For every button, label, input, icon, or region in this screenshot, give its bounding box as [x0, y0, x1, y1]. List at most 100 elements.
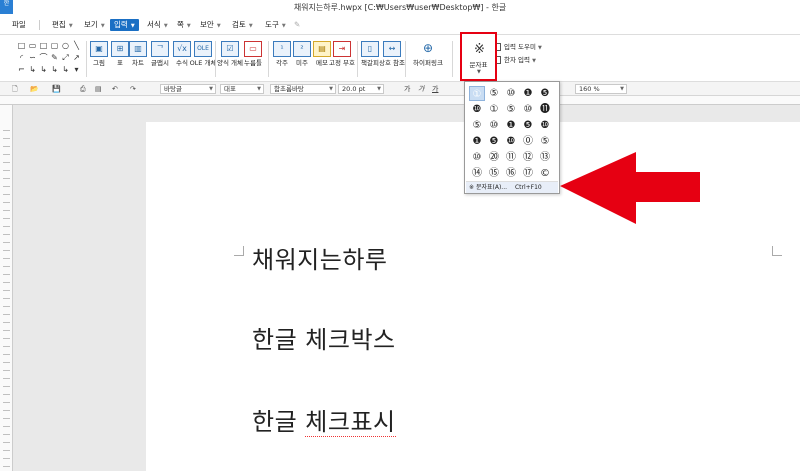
symbol-cell[interactable]: ⑰ — [520, 166, 536, 181]
undo-icon[interactable]: ↶ — [112, 84, 118, 94]
style-combo[interactable]: 바탕글 ▼ — [160, 84, 216, 94]
font-combo[interactable]: 함초롬바탕 ▼ — [270, 84, 336, 94]
open-icon[interactable]: 📂 — [30, 84, 39, 94]
shape-ellipse-icon[interactable]: ○ — [61, 41, 70, 50]
shape-rect-icon[interactable]: ▭ — [28, 41, 37, 50]
symbol-cell[interactable]: ⑳ — [486, 150, 502, 165]
chevron-down-icon[interactable]: ▼ — [477, 69, 481, 75]
symbol-cell[interactable]: ⑤ — [486, 86, 502, 101]
preview-icon[interactable]: ▤ — [95, 84, 102, 94]
symbol-button[interactable]: ※ 문자표 ▼ — [460, 32, 497, 81]
menu-security[interactable]: 보안 ▼ — [200, 19, 221, 31]
ole-icon: OLE — [194, 41, 212, 57]
symbol-cell[interactable]: ⑬ — [537, 150, 553, 165]
shape-rect-icon[interactable]: □ — [39, 41, 48, 50]
italic-icon[interactable]: 가 — [418, 84, 424, 94]
glyph-art-icon: ᄀ — [151, 41, 169, 57]
symbol-cell[interactable]: ❺ — [537, 86, 553, 101]
symbol-cell[interactable]: ⓪ — [520, 134, 536, 149]
shape-connector-icon[interactable]: ⤢ — [61, 53, 70, 62]
symbol-cell[interactable]: ❶ — [520, 86, 536, 101]
shape-more-icon[interactable]: ▾ — [72, 65, 81, 74]
chevron-down-icon: ▼ — [281, 23, 286, 29]
margin-corner-mark — [234, 246, 244, 256]
symbol-cell[interactable]: ❶ — [469, 134, 485, 149]
print-icon[interactable]: ⎙ — [80, 84, 86, 94]
shape-line-icon[interactable]: ╲ — [72, 41, 81, 50]
shape-elbow-icon[interactable]: ↳ — [39, 65, 48, 74]
shape-curve-icon[interactable]: ∽ — [28, 53, 37, 62]
vertical-ruler[interactable] — [0, 105, 13, 471]
save-icon[interactable]: 💾 — [52, 84, 61, 94]
shape-rect-icon[interactable]: □ — [17, 41, 26, 50]
shape-elbow-icon[interactable]: ↳ — [50, 65, 59, 74]
cross-reference-button[interactable]: ↔ 상호 참조 — [378, 39, 406, 79]
chevron-down-icon: ▼ — [257, 86, 261, 92]
shape-arc-icon[interactable]: ◜ — [17, 53, 26, 62]
symbol-cell[interactable]: ① — [486, 102, 502, 117]
symbol-cell[interactable]: ❺ — [520, 118, 536, 133]
menu-insert[interactable]: 입력 ▼ — [110, 19, 139, 31]
shape-freeform-icon[interactable]: ✎ — [50, 53, 59, 62]
menu-edit[interactable]: 편집 ▼ — [52, 19, 73, 31]
cross-reference-icon: ↔ — [383, 41, 401, 57]
symbol-cell[interactable]: ❶ — [503, 118, 519, 133]
menu-tools[interactable]: 도구 ▼ — [265, 19, 286, 31]
new-doc-icon[interactable]: 🗋 — [12, 84, 18, 94]
symbol-cell[interactable]: ⑪ — [503, 150, 519, 165]
symbol-cell[interactable]: ⑩ — [520, 102, 536, 117]
redo-icon[interactable]: ↷ — [130, 84, 136, 94]
symbol-cell[interactable]: ⑯ — [503, 166, 519, 181]
symbol-cell[interactable]: ⑮ — [486, 166, 502, 181]
font-size-combo[interactable]: 20.0 pt ▼ — [338, 84, 384, 94]
shape-elbow-icon[interactable]: ↳ — [61, 65, 70, 74]
symbol-cell[interactable]: ❿ — [469, 102, 485, 117]
underline-icon[interactable]: 가 — [432, 84, 438, 94]
hyperlink-button[interactable]: ⊕ 하이퍼링크 — [410, 39, 446, 79]
symbol-cell[interactable]: ⑫ — [520, 150, 536, 165]
chevron-down-icon: ▼ — [329, 86, 333, 92]
doc-line-1[interactable]: 채워지는하루 — [252, 240, 387, 275]
symbol-cell[interactable]: ⑭ — [469, 166, 485, 181]
symbol-cell[interactable]: ❿ — [537, 118, 553, 133]
fixed-tab-icon: ⇥ — [333, 41, 351, 57]
shape-polygon-icon[interactable]: ⌒ — [39, 53, 48, 62]
bookmark-icon: ▯ — [361, 41, 379, 57]
symbol-dropdown: ※ 문자표(A)... Ctrl+F10 ①⑤⑩❶❺❿①⑤⑩⓫⑤⑩❶❺❿❶❺❿⓪… — [464, 81, 560, 194]
symbol-cell[interactable]: ⓫ — [537, 102, 553, 117]
shape-arrow-icon[interactable]: ↗ — [72, 53, 81, 62]
menu-view[interactable]: 보기 ▼ — [84, 19, 105, 31]
input-helper-button[interactable]: 입력 도우미 ▼ — [493, 41, 542, 51]
doc-line-2[interactable]: 한글 체크박스 — [252, 320, 396, 355]
shape-elbow-icon[interactable]: ↳ — [28, 65, 37, 74]
menu-review[interactable]: 검토 ▼ — [232, 19, 253, 31]
symbol-cell[interactable]: ⑤ — [503, 102, 519, 117]
symbol-cell[interactable]: ① — [469, 86, 485, 101]
symbol-cell[interactable]: ⑩ — [469, 150, 485, 165]
ole-object-button[interactable]: OLE OLE 개체 — [189, 39, 217, 79]
shape-rounded-icon[interactable]: ▢ — [50, 41, 59, 50]
hanja-input-button[interactable]: 한자 입력 ▼ — [493, 54, 536, 64]
symbol-cell[interactable]: © — [537, 166, 553, 181]
zoom-combo[interactable]: 160 % ▼ — [575, 84, 627, 94]
menu-file[interactable]: 파일 — [12, 19, 26, 31]
symbol-cell[interactable]: ❿ — [503, 134, 519, 149]
shape-elbow-icon[interactable]: ⌐ — [17, 65, 26, 74]
doc-line-3[interactable]: 한글 체크표시 — [252, 402, 396, 437]
menu-page[interactable]: 쪽 ▼ — [177, 19, 191, 31]
symbol-cell[interactable]: ❺ — [486, 134, 502, 149]
language-combo[interactable]: 대표 ▼ — [220, 84, 264, 94]
symbol-cell[interactable]: ⑤ — [469, 118, 485, 133]
reference-mark-icon: ※ — [474, 42, 485, 57]
symbol-table-menu-item[interactable]: ※ 문자표(A)... Ctrl+F10 — [466, 182, 558, 193]
bold-icon[interactable]: 가 — [404, 84, 410, 94]
horizontal-ruler[interactable] — [0, 96, 800, 105]
quick-access-icon[interactable]: ✎ — [294, 19, 300, 31]
menu-format[interactable]: 서식 ▼ — [147, 19, 168, 31]
symbol-cell[interactable]: ⑤ — [537, 134, 553, 149]
shape-gallery[interactable]: □ ▭ □ ▢ ○ ╲ ◜ ∽ ⌒ ✎ ⤢ ↗ ⌐ ↳ ↳ ↳ ↳ ▾ — [17, 41, 83, 79]
push-button-button[interactable]: ▭ 누름틀 — [239, 39, 267, 79]
fixed-tab-button[interactable]: ⇥ 고정 부호 — [328, 39, 356, 79]
symbol-cell[interactable]: ⑩ — [503, 86, 519, 101]
symbol-cell[interactable]: ⑩ — [486, 118, 502, 133]
